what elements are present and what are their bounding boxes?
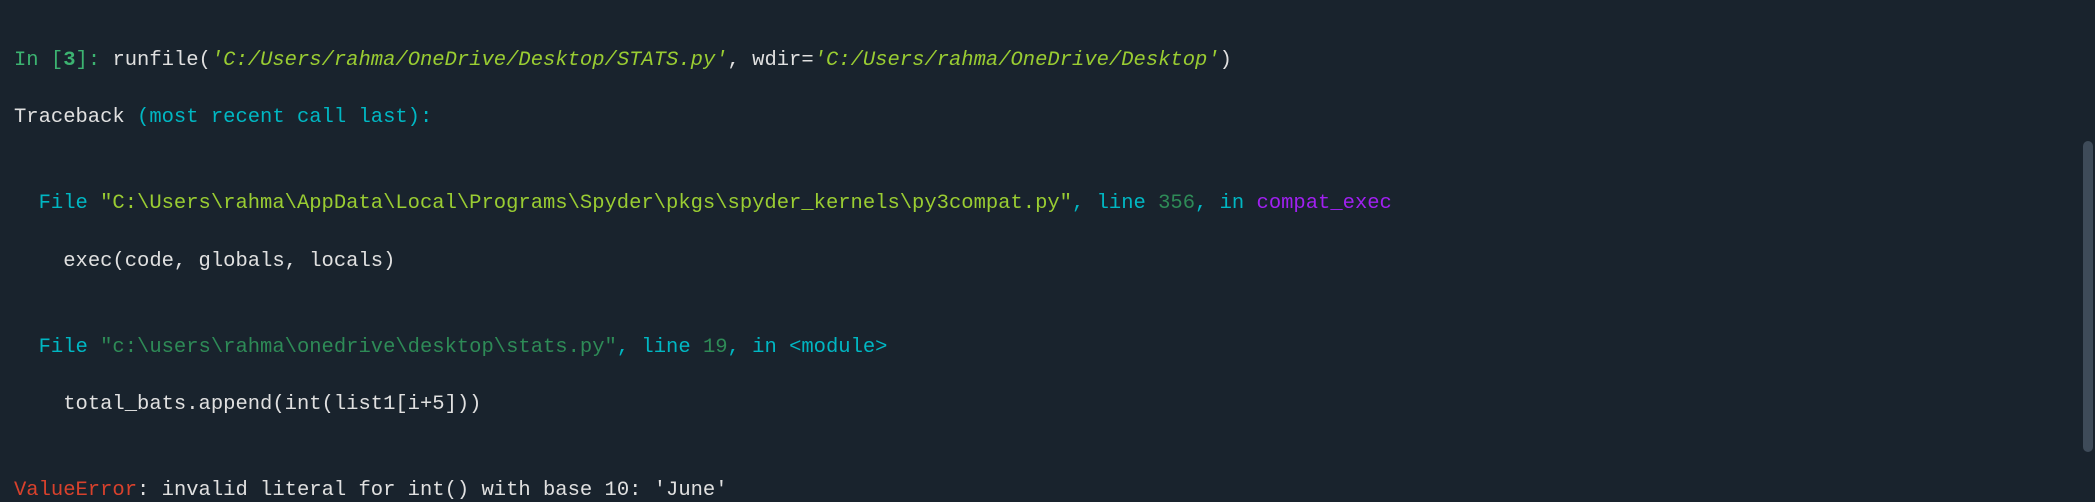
prompt-in-number: 3: [63, 49, 75, 72]
frame1-file-line: File "C:\Users\rahma\AppData\Local\Progr…: [14, 190, 2081, 219]
line-sep: , line: [1072, 192, 1158, 215]
frame2-line-num: 19: [703, 336, 728, 359]
vertical-scrollbar-thumb[interactable]: [2083, 141, 2093, 452]
input-line: In [3]: runfile('C:/Users/rahma/OneDrive…: [14, 47, 2081, 76]
in-sep: , in: [1195, 192, 1257, 215]
error-line: ValueError: invalid literal for int() wi…: [14, 477, 2081, 502]
frame2-code: total_bats.append(int(list1[i+5])): [63, 393, 481, 416]
arg1-path: 'C:/Users/rahma/OneDrive/Desktop/STATS.p…: [211, 49, 728, 72]
file-word: File: [39, 192, 101, 215]
error-type: ValueError: [14, 479, 137, 502]
file-word: File: [39, 336, 101, 359]
frame2-path: "c:\users\rahma\onedrive\desktop\stats.p…: [100, 336, 617, 359]
frame1-line-num: 356: [1158, 192, 1195, 215]
line-sep: , line: [617, 336, 703, 359]
frame1-fn: compat_exec: [1257, 192, 1392, 215]
frame2-fn: <module>: [789, 336, 887, 359]
frame1-path: "C:\Users\rahma\AppData\Local\Programs\S…: [100, 192, 1072, 215]
vertical-scrollbar-track[interactable]: [2081, 0, 2095, 502]
frame2-code-indent: [14, 393, 63, 416]
frame1-code-indent: [14, 250, 63, 273]
error-msg: invalid literal for int() with base 10: …: [149, 479, 727, 502]
arg2-wdir: 'C:/Users/rahma/OneDrive/Desktop': [814, 49, 1220, 72]
prompt-in-close: ]:: [76, 49, 113, 72]
traceback-header-line: Traceback (most recent call last):: [14, 104, 2081, 133]
frame2-indent: [14, 336, 39, 359]
traceback-paren: (most recent call last):: [137, 106, 432, 129]
frame2-file-line: File "c:\users\rahma\onedrive\desktop\st…: [14, 334, 2081, 363]
call-close: ): [1220, 49, 1232, 72]
traceback-word: Traceback: [14, 106, 137, 129]
frame2-code-line: total_bats.append(int(list1[i+5])): [14, 391, 2081, 420]
call-fn: runfile(: [112, 49, 210, 72]
frame1-code-line: exec(code, globals, locals): [14, 248, 2081, 277]
prompt-in-label: In [: [14, 49, 63, 72]
frame1-code: exec(code, globals, locals): [63, 250, 395, 273]
arg-sep: , wdir=: [728, 49, 814, 72]
error-colon: :: [137, 479, 149, 502]
in-sep: , in: [728, 336, 790, 359]
ipython-console-output: In [3]: runfile('C:/Users/rahma/OneDrive…: [0, 0, 2095, 502]
frame1-indent: [14, 192, 39, 215]
